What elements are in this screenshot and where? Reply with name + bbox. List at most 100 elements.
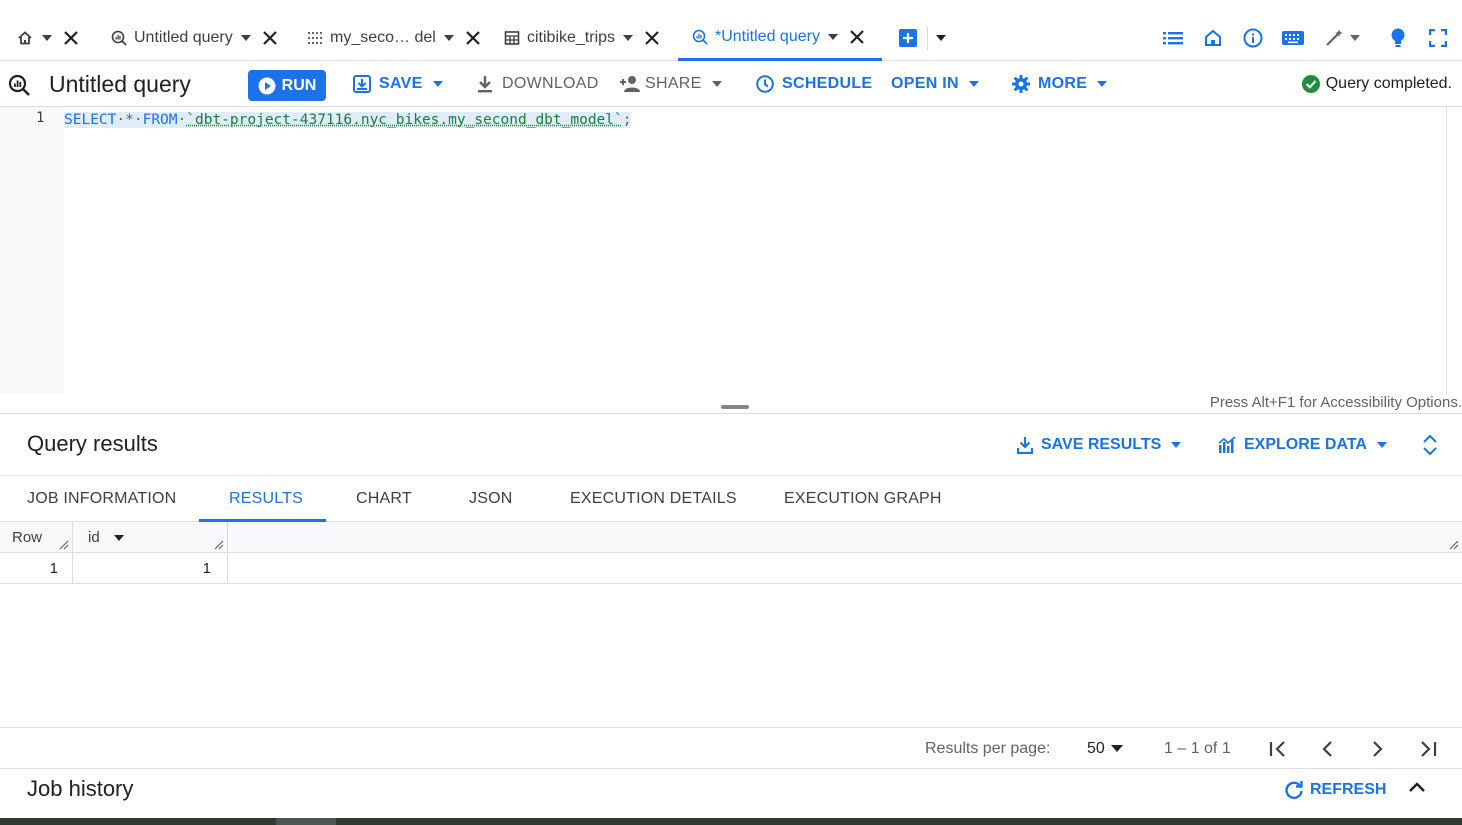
table-icon bbox=[503, 29, 521, 47]
close-icon[interactable] bbox=[466, 31, 480, 45]
status-text: Query completed. bbox=[1325, 75, 1452, 92]
chevron-down-icon[interactable] bbox=[623, 35, 634, 41]
keyboard-icon[interactable] bbox=[1282, 26, 1304, 50]
share-label: SHARE bbox=[645, 75, 702, 92]
chart-icon bbox=[1218, 436, 1236, 454]
column-resize-icon[interactable] bbox=[214, 540, 224, 550]
tab-json[interactable]: JSON bbox=[469, 476, 512, 522]
divider bbox=[927, 26, 928, 50]
query-icon bbox=[8, 74, 30, 96]
page-range: 1 – 1 of 1 bbox=[1164, 739, 1231, 757]
tab-execution-graph[interactable]: EXECUTION GRAPH bbox=[784, 476, 942, 522]
chevron-up-icon[interactable] bbox=[1408, 781, 1426, 793]
explore-data-label: EXPLORE DATA bbox=[1244, 436, 1367, 453]
tab-execution-details[interactable]: EXECUTION DETAILS bbox=[570, 476, 737, 522]
refresh-label: REFRESH bbox=[1310, 781, 1387, 798]
resize-handle[interactable] bbox=[721, 405, 749, 409]
magic-wand-icon[interactable] bbox=[1324, 26, 1360, 50]
more-button[interactable]: MORE bbox=[1012, 61, 1108, 107]
previous-page-icon[interactable] bbox=[1320, 728, 1334, 769]
next-page-icon[interactable] bbox=[1371, 728, 1385, 769]
table-reference: `dbt-project-437116.nyc_bikes.my_second_… bbox=[186, 112, 623, 128]
tab-job-information[interactable]: JOB INFORMATION bbox=[27, 476, 176, 522]
tab-active-untitled-query[interactable]: *Untitled query bbox=[678, 15, 882, 61]
lightbulb-icon[interactable] bbox=[1390, 26, 1406, 50]
tab-results[interactable]: RESULTS bbox=[229, 476, 303, 522]
chevron-down-icon[interactable] bbox=[42, 35, 52, 41]
scrollbar-thumb[interactable] bbox=[276, 818, 336, 825]
list-icon[interactable] bbox=[1163, 26, 1183, 50]
code-line[interactable]: SELECT·*·FROM·`dbt-project-437116.nyc_bi… bbox=[64, 110, 632, 130]
close-icon[interactable] bbox=[262, 31, 277, 45]
id-cell[interactable]: 1 bbox=[72, 553, 211, 584]
close-icon[interactable] bbox=[64, 31, 78, 45]
column-resize-icon[interactable] bbox=[59, 540, 69, 550]
column-resize-icon[interactable] bbox=[1449, 540, 1459, 550]
horizontal-scrollbar[interactable] bbox=[0, 818, 1462, 825]
fullscreen-icon[interactable] bbox=[1429, 26, 1447, 50]
info-icon[interactable] bbox=[1243, 26, 1263, 50]
status-badge: Query completed. bbox=[1301, 61, 1452, 107]
column-header-label: id bbox=[88, 529, 100, 546]
tab-label: my_seco… del bbox=[330, 29, 436, 46]
refresh-icon bbox=[1284, 780, 1304, 800]
column-divider bbox=[227, 522, 228, 553]
sort-dropdown-icon[interactable] bbox=[113, 534, 124, 541]
chevron-down-icon[interactable] bbox=[240, 35, 251, 41]
run-button[interactable]: RUN bbox=[248, 70, 326, 101]
tab-untitled-query[interactable]: Untitled query bbox=[110, 15, 277, 61]
play-icon bbox=[258, 77, 276, 95]
selected-code: SELECT·*·FROM·`dbt-project-437116.nyc_bi… bbox=[64, 112, 632, 128]
tab-citibike-trips[interactable]: citibike_trips bbox=[503, 15, 659, 61]
first-page-icon[interactable] bbox=[1269, 728, 1287, 769]
add-icon[interactable] bbox=[899, 29, 917, 47]
download-button[interactable]: DOWNLOAD bbox=[476, 61, 599, 107]
keyword-select: SELECT bbox=[64, 112, 117, 128]
explore-data-button[interactable]: EXPLORE DATA bbox=[1218, 432, 1387, 458]
editor-scrollbar[interactable] bbox=[1446, 107, 1447, 394]
accessibility-hint: Press Alt+F1 for Accessibility Options. bbox=[1209, 394, 1462, 411]
close-icon[interactable] bbox=[850, 29, 864, 44]
column-divider bbox=[227, 553, 228, 584]
table-header: Row id bbox=[0, 522, 1462, 553]
column-divider bbox=[72, 522, 73, 553]
close-icon[interactable] bbox=[645, 31, 659, 45]
home-icon bbox=[16, 29, 34, 47]
chevron-down-icon[interactable] bbox=[443, 35, 454, 41]
download-icon bbox=[476, 75, 494, 93]
schedule-button[interactable]: SCHEDULE bbox=[756, 61, 872, 107]
chevron-down-icon[interactable] bbox=[827, 33, 838, 40]
refresh-button[interactable]: REFRESH bbox=[1284, 778, 1386, 802]
results-per-page-select[interactable]: 50 bbox=[1087, 728, 1123, 769]
house-icon[interactable] bbox=[1204, 26, 1222, 50]
tab-chart[interactable]: CHART bbox=[356, 476, 412, 522]
share-button[interactable]: SHARE bbox=[619, 61, 722, 107]
job-history-title: Job history bbox=[27, 776, 134, 801]
chevron-down-icon[interactable] bbox=[936, 35, 946, 41]
column-header-id[interactable]: id bbox=[88, 522, 124, 553]
chevron-down-icon bbox=[968, 81, 979, 87]
new-tab-button[interactable] bbox=[899, 15, 946, 61]
sql-editor[interactable]: 1 SELECT·*·FROM·`dbt-project-437116.nyc_… bbox=[0, 107, 1462, 394]
expand-icon[interactable] bbox=[1420, 434, 1440, 456]
page-title: Untitled query bbox=[49, 70, 191, 97]
query-icon bbox=[691, 28, 709, 46]
save-results-button[interactable]: SAVE RESULTS bbox=[1017, 432, 1182, 458]
last-page-icon[interactable] bbox=[1419, 728, 1437, 769]
open-in-button[interactable]: OPEN IN bbox=[891, 61, 979, 107]
results-per-page-label: Results per page: bbox=[925, 739, 1051, 757]
save-button[interactable]: SAVE bbox=[353, 61, 443, 107]
open-in-label: OPEN IN bbox=[891, 75, 959, 92]
tab-model[interactable]: my_seco… del bbox=[306, 15, 480, 61]
tab-home[interactable] bbox=[16, 15, 78, 61]
results-title: Query results bbox=[27, 431, 158, 456]
chevron-down-icon bbox=[1097, 81, 1108, 87]
save-icon bbox=[1017, 436, 1033, 454]
table-row: 1 1 bbox=[0, 553, 1462, 584]
save-label: SAVE bbox=[379, 75, 423, 92]
run-label: RUN bbox=[281, 76, 317, 94]
pagination-bar: Results per page: 50 1 – 1 of 1 bbox=[0, 727, 1462, 769]
chevron-down-icon bbox=[711, 81, 722, 87]
chevron-down-icon bbox=[1376, 442, 1387, 448]
line-gutter: 1 bbox=[0, 107, 64, 394]
